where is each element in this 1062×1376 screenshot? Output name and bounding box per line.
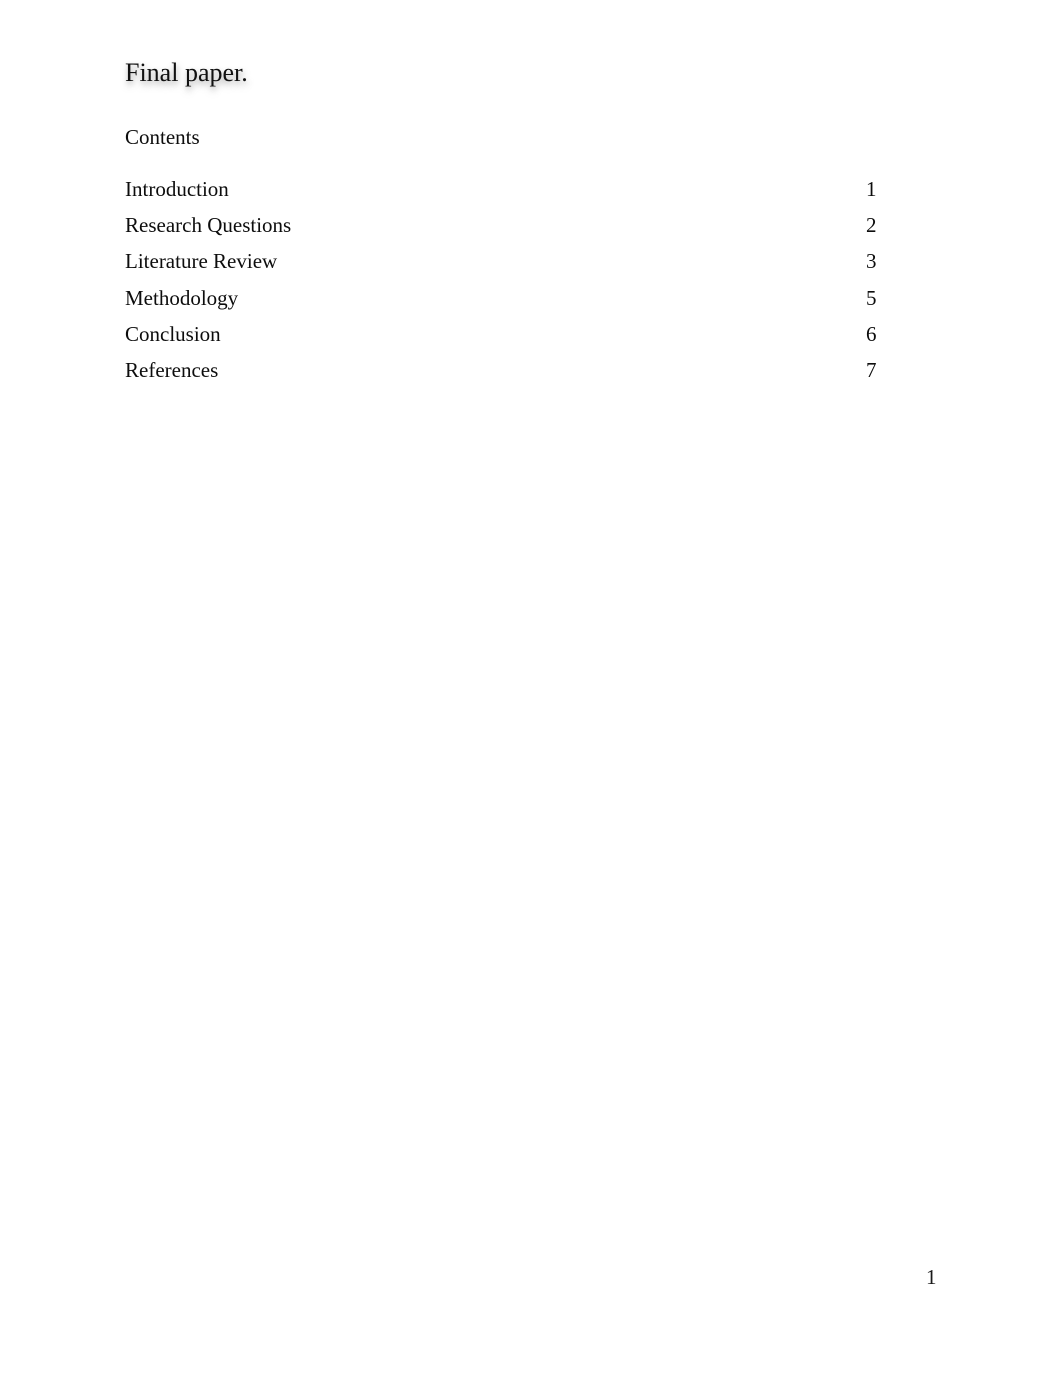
toc-entry-methodology[interactable]: Methodology 5 xyxy=(125,285,915,321)
toc-entry-label: References xyxy=(125,358,219,382)
toc-entry-label: Conclusion xyxy=(125,322,221,346)
document-page: Final paper. Contents Introduction 1 Res… xyxy=(0,0,1062,1376)
toc-entry-page-number: 2 xyxy=(866,213,877,237)
toc-entry-references[interactable]: References 7 xyxy=(125,357,915,393)
toc-entry-page-number: 7 xyxy=(866,358,877,382)
toc-entry-label: Research Questions xyxy=(125,213,292,237)
toc-entry-label: Literature Review xyxy=(125,249,278,273)
toc-entry-literature-review[interactable]: Literature Review 3 xyxy=(125,248,915,285)
toc-entry-page-number: 3 xyxy=(866,249,877,273)
toc-entry-page-number: 5 xyxy=(866,286,877,310)
toc-entry-research-questions[interactable]: Research Questions 2 xyxy=(125,212,915,248)
toc-entry-page-number: 1 xyxy=(866,177,877,201)
toc-entry-conclusion[interactable]: Conclusion 6 xyxy=(125,321,915,357)
table-of-contents: Introduction 1 Research Questions 2 Lite… xyxy=(125,176,915,393)
contents-heading: Contents xyxy=(125,125,200,149)
toc-entry-introduction[interactable]: Introduction 1 xyxy=(125,176,915,212)
toc-entry-label: Methodology xyxy=(125,286,239,310)
page-title: Final paper. xyxy=(125,58,248,87)
footer-page-number: 1 xyxy=(926,1265,937,1289)
toc-entry-label: Introduction xyxy=(125,177,229,201)
toc-entry-page-number: 6 xyxy=(866,322,877,346)
